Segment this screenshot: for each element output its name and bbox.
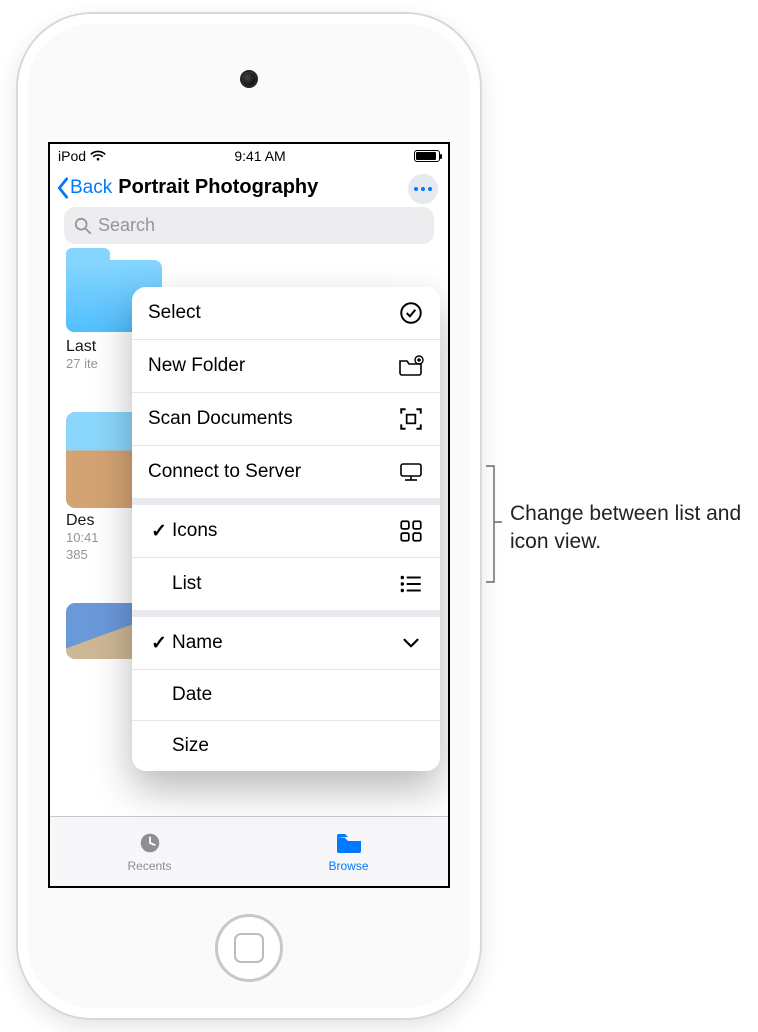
menu-label: Scan Documents: [148, 408, 293, 430]
home-button[interactable]: [215, 914, 283, 982]
status-bar: iPod 9:41 AM: [50, 144, 448, 168]
scan-icon: [398, 407, 424, 431]
clock-icon: [135, 830, 165, 856]
select-circle-icon: [398, 301, 424, 325]
battery-icon: [414, 150, 440, 162]
search-icon: [74, 217, 92, 235]
menu-item-connect-server[interactable]: Connect to Server: [132, 446, 440, 498]
search-input[interactable]: Search: [64, 207, 434, 244]
tab-bar: Recents Browse: [50, 816, 448, 886]
menu-group-sort: ✓ Name Date: [132, 617, 440, 771]
more-button[interactable]: [408, 174, 438, 204]
list-icon: [398, 572, 424, 596]
menu-item-sort-size[interactable]: Size: [132, 721, 440, 771]
menu-item-list-view[interactable]: List: [132, 558, 440, 610]
front-camera: [242, 72, 256, 86]
folder-icon: [334, 830, 364, 856]
grid-icon: [398, 519, 424, 543]
tab-label: Browse: [328, 859, 368, 873]
checkmark-icon: ✓: [148, 520, 170, 543]
chevron-left-icon: [56, 177, 70, 199]
chevron-down-icon: [398, 631, 424, 655]
menu-label: Select: [148, 302, 201, 324]
actions-popover: Select New Folder Scan Doc: [132, 287, 440, 771]
nav-bar: Back Portrait Photography: [50, 168, 448, 205]
checkmark-icon: ✓: [148, 632, 170, 655]
server-icon: [398, 460, 424, 484]
menu-item-sort-name[interactable]: ✓ Name: [132, 617, 440, 670]
page-title: Portrait Photography: [118, 176, 318, 199]
wifi-icon: [90, 150, 106, 162]
menu-item-icons-view[interactable]: ✓ Icons: [132, 505, 440, 558]
menu-item-new-folder[interactable]: New Folder: [132, 340, 440, 393]
menu-label: List: [172, 573, 202, 595]
ellipsis-icon: [414, 187, 432, 191]
menu-item-scan[interactable]: Scan Documents: [132, 393, 440, 446]
tab-browse[interactable]: Browse: [249, 817, 448, 886]
menu-label: Date: [172, 684, 212, 706]
tab-label: Recents: [127, 859, 171, 873]
back-label: Back: [70, 177, 112, 199]
menu-item-sort-date[interactable]: Date: [132, 670, 440, 721]
menu-label: Icons: [172, 520, 217, 542]
screen: iPod 9:41 AM Back: [48, 142, 450, 888]
back-button[interactable]: Back: [56, 177, 112, 199]
device-frame: iPod 9:41 AM Back: [18, 14, 480, 1018]
new-folder-icon: [398, 354, 424, 378]
menu-label: Connect to Server: [148, 461, 301, 483]
tab-recents[interactable]: Recents: [50, 817, 249, 886]
menu-group-view: ✓ Icons List: [132, 505, 440, 610]
clock-label: 9:41 AM: [234, 148, 285, 164]
callout-text: Change between list and icon view.: [510, 500, 742, 557]
search-placeholder: Search: [98, 215, 155, 236]
menu-label: Name: [172, 632, 223, 654]
carrier-label: iPod: [58, 148, 86, 164]
callout-bracket: [484, 464, 504, 584]
menu-group-actions: Select New Folder Scan Doc: [132, 287, 440, 498]
menu-item-select[interactable]: Select: [132, 287, 440, 340]
menu-label: New Folder: [148, 355, 245, 377]
menu-label: Size: [172, 735, 209, 757]
